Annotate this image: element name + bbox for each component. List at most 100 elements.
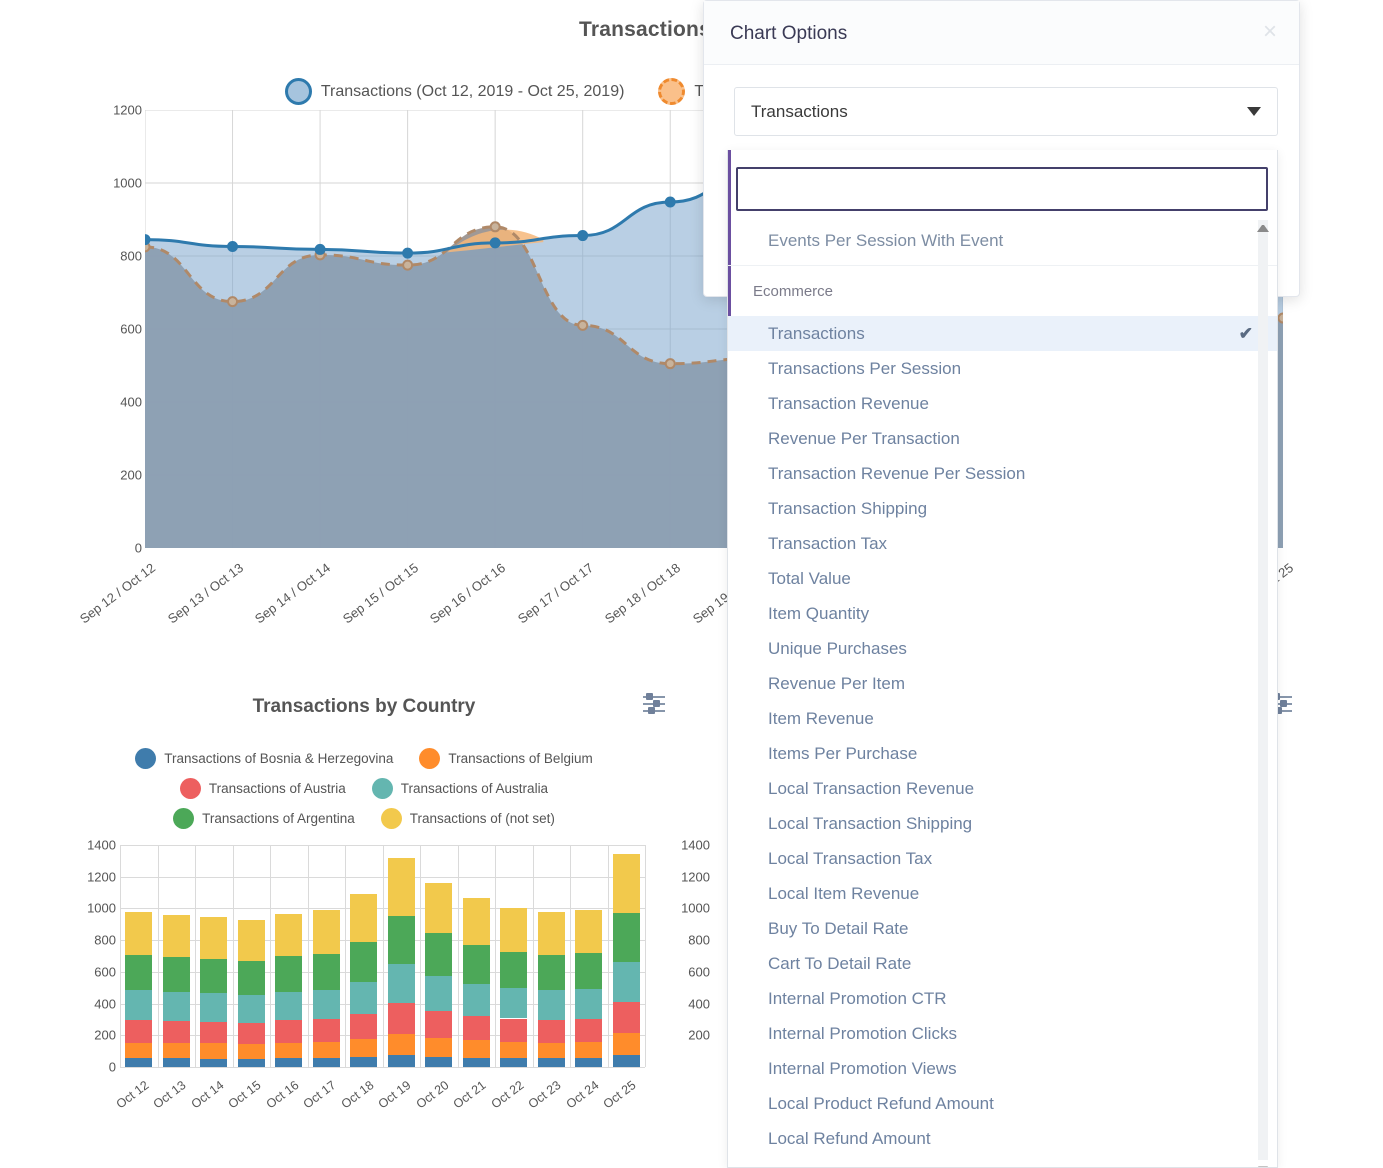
bar-segment[interactable] — [575, 953, 603, 990]
bar-segment[interactable] — [350, 981, 378, 1015]
bar-segment[interactable] — [312, 1042, 340, 1058]
bar-segment[interactable] — [125, 1019, 153, 1043]
bar-segment[interactable] — [462, 1057, 490, 1067]
bar-segment[interactable] — [387, 857, 415, 916]
bar-column[interactable] — [537, 911, 565, 1067]
bar-segment[interactable] — [350, 1038, 378, 1057]
metric-select[interactable]: Transactions — [734, 87, 1278, 136]
bar-segment[interactable] — [387, 1003, 415, 1034]
bar-column[interactable] — [462, 897, 490, 1067]
dropdown-option[interactable]: Local Refund Amount — [728, 1121, 1277, 1156]
bar-segment[interactable] — [275, 913, 303, 957]
bar-segment[interactable] — [312, 1057, 340, 1067]
bar-segment[interactable] — [500, 1018, 528, 1042]
bar-column[interactable] — [350, 894, 378, 1067]
bar-segment[interactable] — [200, 993, 228, 1022]
dropdown-option[interactable]: Item Quantity — [728, 596, 1277, 631]
bar-segment[interactable] — [125, 990, 153, 1020]
dropdown-option[interactable]: Transaction Shipping — [728, 491, 1277, 526]
legend-item-current[interactable]: Transactions (Oct 12, 2019 - Oct 25, 201… — [284, 78, 624, 105]
bar-segment[interactable] — [200, 917, 228, 960]
bar-segment[interactable] — [575, 909, 603, 954]
bar-segment[interactable] — [125, 911, 153, 956]
dropdown-option[interactable]: Revenue Per Item — [728, 666, 1277, 701]
dropdown-option[interactable]: Transactions ✔ — [728, 316, 1277, 351]
bar-segment[interactable] — [425, 933, 453, 977]
bar-segment[interactable] — [350, 1014, 378, 1039]
bar-segment[interactable] — [500, 1057, 528, 1067]
bar-column[interactable] — [237, 919, 265, 1067]
dropdown-option[interactable]: Local Transaction Tax — [728, 841, 1277, 876]
chevron-up-icon[interactable] — [1257, 220, 1269, 232]
bar-segment[interactable] — [200, 1058, 228, 1067]
bar-segment[interactable] — [537, 1020, 565, 1043]
legend-item[interactable]: Transactions of Australia — [371, 778, 548, 799]
bar-column[interactable] — [612, 853, 640, 1067]
bar-segment[interactable] — [387, 963, 415, 1004]
bar-segment[interactable] — [162, 1058, 190, 1067]
bar-segment[interactable] — [425, 882, 453, 934]
bar-segment[interactable] — [125, 1058, 153, 1067]
bar-segment[interactable] — [125, 1042, 153, 1059]
bar-segment[interactable] — [500, 1041, 528, 1058]
dropdown-option[interactable]: Cart To Detail Rate — [728, 946, 1277, 981]
bar-segment[interactable] — [425, 976, 453, 1011]
bar-segment[interactable] — [575, 1042, 603, 1058]
legend-item[interactable]: Transactions of (not set) — [380, 808, 555, 829]
bar-segment[interactable] — [312, 953, 340, 990]
dropdown-option[interactable]: Transaction Revenue — [728, 386, 1277, 421]
bar-segment[interactable] — [275, 1058, 303, 1067]
bar-segment[interactable] — [387, 1054, 415, 1067]
bar-segment[interactable] — [425, 1056, 453, 1067]
bar-segment[interactable] — [500, 908, 528, 952]
bar-column[interactable] — [312, 910, 340, 1067]
bar-segment[interactable] — [612, 853, 640, 913]
bar-segment[interactable] — [425, 1037, 453, 1057]
bar-segment[interactable] — [500, 988, 528, 1019]
legend-item[interactable]: Transactions of Belgium — [419, 748, 593, 769]
bar-segment[interactable] — [312, 1019, 340, 1043]
dropdown-option[interactable]: Transaction Tax — [728, 526, 1277, 561]
bar-segment[interactable] — [200, 1021, 228, 1044]
bar-segment[interactable] — [462, 1015, 490, 1040]
search-input[interactable] — [736, 167, 1268, 211]
bar-segment[interactable] — [162, 992, 190, 1021]
bar-segment[interactable] — [237, 1043, 265, 1059]
dropdown-option[interactable]: Internal Promotion Clicks — [728, 1016, 1277, 1051]
bar-segment[interactable] — [275, 991, 303, 1021]
bar-segment[interactable] — [237, 960, 265, 995]
bar-segment[interactable] — [350, 941, 378, 982]
bar-segment[interactable] — [537, 954, 565, 991]
legend-item[interactable]: Transactions of Argentina — [173, 808, 355, 829]
dropdown-option[interactable]: Product Adds To Cart — [728, 1156, 1277, 1168]
bar-segment[interactable] — [462, 983, 490, 1016]
bar-segment[interactable] — [537, 1058, 565, 1067]
bar-segment[interactable] — [162, 957, 190, 992]
dropdown-option[interactable]: Transaction Revenue Per Session — [728, 456, 1277, 491]
dropdown-option[interactable]: Internal Promotion Views — [728, 1051, 1277, 1086]
dropdown-option[interactable]: Internal Promotion CTR — [728, 981, 1277, 1016]
bar-segment[interactable] — [200, 959, 228, 994]
dropdown-option[interactable]: Items Per Purchase — [728, 736, 1277, 771]
bar-segment[interactable] — [275, 1043, 303, 1059]
bar-segment[interactable] — [612, 912, 640, 963]
bar-segment[interactable] — [162, 1043, 190, 1059]
bar-segment[interactable] — [537, 1042, 565, 1059]
bar-column[interactable] — [500, 908, 528, 1067]
close-icon[interactable]: × — [1263, 20, 1277, 44]
bar-segment[interactable] — [350, 1056, 378, 1067]
bar-column[interactable] — [387, 857, 415, 1067]
bar-segment[interactable] — [575, 1057, 603, 1067]
dropdown-option[interactable]: Revenue Per Transaction — [728, 421, 1277, 456]
bar-segment[interactable] — [125, 955, 153, 991]
sliders-icon[interactable] — [643, 692, 665, 714]
bar-segment[interactable] — [387, 915, 415, 964]
bar-segment[interactable] — [237, 994, 265, 1023]
bar-column[interactable] — [162, 915, 190, 1067]
bar-column[interactable] — [575, 909, 603, 1067]
bar-segment[interactable] — [537, 990, 565, 1021]
dropdown-option[interactable]: Local Product Refund Amount — [728, 1086, 1277, 1121]
legend-item[interactable]: Transactions of Bosnia & Herzegovina — [135, 748, 393, 769]
dropdown-option[interactable]: Item Revenue — [728, 701, 1277, 736]
bar-segment[interactable] — [312, 989, 340, 1020]
